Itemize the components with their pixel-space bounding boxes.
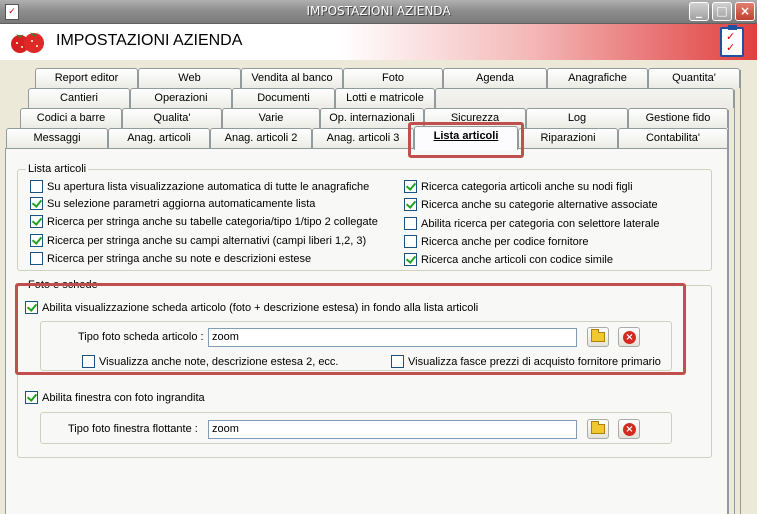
- tab-qualita[interactable]: Qualita': [122, 108, 222, 128]
- maximize-button[interactable]: □: [712, 2, 732, 21]
- tab-report-editor[interactable]: Report editor: [35, 68, 138, 88]
- header-banner: IMPOSTAZIONI AZIENDA ✓ ✓: [0, 24, 757, 60]
- tipo-foto-scheda-label: Tipo foto scheda articolo :: [78, 331, 204, 343]
- window-title: IMPOSTAZIONI AZIENDA: [306, 4, 451, 18]
- tab-vendita-al-banco[interactable]: Vendita al banco: [241, 68, 343, 88]
- browse-folder-button[interactable]: [587, 419, 609, 439]
- checkbox-codice-fornitore[interactable]: Ricerca anche per codice fornitore: [404, 235, 589, 248]
- tab-contabilita[interactable]: Contabilita': [618, 128, 728, 148]
- checkbox-codice-simile[interactable]: Ricerca anche articoli con codice simile: [404, 253, 613, 266]
- checkbox-box[interactable]: [30, 197, 43, 210]
- checkbox-abilita-scheda-articolo[interactable]: Abilita visualizzazione scheda articolo …: [25, 301, 478, 314]
- delete-icon: ×: [623, 423, 636, 436]
- tab-anag-articoli-2[interactable]: Anag. articoli 2: [210, 128, 312, 148]
- checkbox-box[interactable]: [82, 355, 95, 368]
- checkbox-ricerca-tabelle[interactable]: Ricerca per stringa anche su tabelle cat…: [30, 215, 378, 228]
- header-title: IMPOSTAZIONI AZIENDA: [56, 32, 243, 49]
- checkbox-box[interactable]: [404, 180, 417, 193]
- tab-varie[interactable]: Varie: [222, 108, 320, 128]
- tab-cantieri[interactable]: Cantieri: [28, 88, 130, 108]
- tab-codici-a-barre[interactable]: Codici a barre: [20, 108, 122, 128]
- tab-anag-articoli[interactable]: Anag. articoli: [108, 128, 210, 148]
- checkbox-box[interactable]: [30, 180, 43, 193]
- tab-gestione-fido[interactable]: Gestione fido: [628, 108, 728, 128]
- tab-sicurezza[interactable]: Sicurezza: [424, 108, 526, 128]
- tab-agenda[interactable]: Agenda: [443, 68, 547, 88]
- tipo-foto-finestra-input[interactable]: zoom: [208, 420, 577, 439]
- tab-messaggi[interactable]: Messaggi: [6, 128, 108, 148]
- checkbox-visualizza-note[interactable]: Visualizza anche note, descrizione estes…: [82, 355, 339, 368]
- checkbox-ricerca-note[interactable]: Ricerca per stringa anche su note e desc…: [30, 252, 311, 265]
- checkbox-categorie-alternative[interactable]: Ricerca anche su categorie alternative a…: [404, 198, 658, 211]
- delete-icon: ×: [623, 331, 636, 344]
- tab-stack-border: [734, 90, 735, 514]
- checkbox-box[interactable]: [391, 355, 404, 368]
- checkbox-box[interactable]: [30, 252, 43, 265]
- folder-icon: [591, 421, 605, 434]
- checkbox-box[interactable]: [30, 234, 43, 247]
- tab-web[interactable]: Web: [138, 68, 241, 88]
- tab-anagrafiche[interactable]: Anagrafiche: [547, 68, 648, 88]
- checkbox-ricerca-nodi-figli[interactable]: Ricerca categoria articoli anche su nodi…: [404, 180, 633, 193]
- tab-lotti-e-matricole[interactable]: Lotti e matricole: [335, 88, 435, 108]
- tab-stack-border: [740, 70, 741, 514]
- checkbox-apertura-lista[interactable]: Su apertura lista visualizzazione automa…: [30, 180, 369, 193]
- checkbox-box[interactable]: [404, 217, 417, 230]
- folder-icon: [591, 329, 605, 342]
- clear-button[interactable]: ×: [618, 327, 640, 347]
- checkbox-ricerca-campi-alternativi[interactable]: Ricerca per stringa anche su campi alter…: [30, 234, 366, 247]
- checkbox-box[interactable]: [404, 253, 417, 266]
- checkbox-box[interactable]: [404, 198, 417, 211]
- checklist-icon[interactable]: ✓ ✓: [720, 25, 744, 57]
- strawberry-logo-icon: [11, 32, 44, 53]
- window-titlebar: ✓ IMPOSTAZIONI AZIENDA _ □ ×: [0, 0, 757, 24]
- checkbox-box[interactable]: [25, 301, 38, 314]
- tab-row-filler: [435, 88, 734, 108]
- tab-riparazioni[interactable]: Riparazioni: [518, 128, 618, 148]
- tab-lista-articoli[interactable]: Lista articoli: [414, 126, 518, 150]
- tab-quantita[interactable]: Quantita': [648, 68, 740, 88]
- browse-folder-button[interactable]: [587, 327, 609, 347]
- checkbox-box[interactable]: [30, 215, 43, 228]
- checkbox-visualizza-fasce-prezzi[interactable]: Visualizza fasce prezzi di acquisto forn…: [391, 355, 661, 368]
- tab-op-internazionali[interactable]: Op. internazionali: [320, 108, 424, 128]
- group-foto-e-schede-title: Foto e schede: [26, 279, 100, 291]
- checkbox-aggiorna-lista[interactable]: Su selezione parametri aggiorna automati…: [30, 197, 315, 210]
- tab-documenti[interactable]: Documenti: [232, 88, 335, 108]
- close-button[interactable]: ×: [735, 2, 755, 21]
- tab-log[interactable]: Log: [526, 108, 628, 128]
- clear-button[interactable]: ×: [618, 419, 640, 439]
- tab-stack-border: [728, 110, 729, 514]
- tipo-foto-finestra-label: Tipo foto finestra flottante :: [68, 423, 198, 435]
- minimize-button[interactable]: _: [689, 2, 709, 21]
- tab-operazioni[interactable]: Operazioni: [130, 88, 232, 108]
- checkbox-box[interactable]: [404, 235, 417, 248]
- checkbox-box[interactable]: [25, 391, 38, 404]
- checkbox-abilita-finestra-foto[interactable]: Abilita finestra con foto ingrandita: [25, 391, 205, 404]
- checkbox-selettore-laterale[interactable]: Abilita ricerca per categoria con selett…: [404, 217, 659, 230]
- tab-anag-articoli-3[interactable]: Anag. articoli 3: [312, 128, 414, 148]
- tipo-foto-scheda-input[interactable]: zoom: [208, 328, 577, 347]
- tab-foto[interactable]: Foto: [343, 68, 443, 88]
- group-lista-articoli-title: Lista articoli: [26, 163, 89, 175]
